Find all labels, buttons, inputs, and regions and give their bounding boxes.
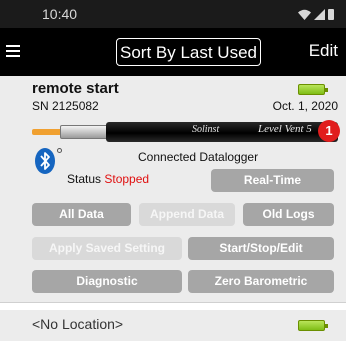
signal-icon [314, 9, 325, 20]
battery-full-icon [298, 320, 328, 331]
old-logs-button[interactable]: Old Logs [243, 203, 334, 226]
app-bar: Sort By Last Used Edit [0, 28, 346, 76]
datalogger-image: Solinst Level Vent 5 1 [32, 120, 340, 144]
real-time-button[interactable]: Real-Time [211, 169, 334, 192]
menu-icon[interactable] [6, 45, 20, 57]
serial-number: SN 2125082 [32, 99, 99, 113]
location-label: <No Location> [32, 316, 124, 332]
battery-status-icon [328, 9, 334, 20]
battery-full-icon [298, 84, 328, 95]
status-label: Status Stopped [67, 172, 150, 186]
status-icons [298, 8, 334, 20]
append-data-button[interactable]: Append Data [139, 203, 235, 226]
sort-button[interactable]: Sort By Last Used [116, 38, 261, 66]
bluetooth-icon [35, 148, 55, 174]
start-stop-edit-button[interactable]: Start/Stop/Edit [188, 237, 334, 260]
logger-body: Solinst Level Vent 5 [106, 122, 338, 142]
edit-button[interactable]: Edit [309, 41, 338, 61]
logger-date: Oct. 1, 2020 [272, 99, 338, 113]
apply-saved-setting-button[interactable]: Apply Saved Setting [32, 237, 182, 260]
wifi-icon [298, 9, 311, 20]
all-data-button[interactable]: All Data [32, 203, 131, 226]
connection-status-text: Connected Datalogger [138, 150, 259, 164]
logger-brand: Solinst [192, 124, 220, 135]
zero-barometric-button[interactable]: Zero Barometric [188, 270, 334, 293]
logger-tip [60, 125, 110, 139]
logger-model: Level Vent 5 [258, 123, 312, 135]
status-time: 10:40 [42, 6, 78, 22]
logger-cable [32, 129, 62, 135]
status-value: Stopped [104, 172, 150, 186]
status-bar: 10:40 [0, 0, 346, 28]
connection-indicator-dot [57, 148, 62, 153]
logger-name: remote start [32, 80, 119, 97]
diagnostic-button[interactable]: Diagnostic [32, 270, 182, 293]
list-divider [0, 302, 346, 310]
notification-badge: 1 [318, 120, 340, 142]
